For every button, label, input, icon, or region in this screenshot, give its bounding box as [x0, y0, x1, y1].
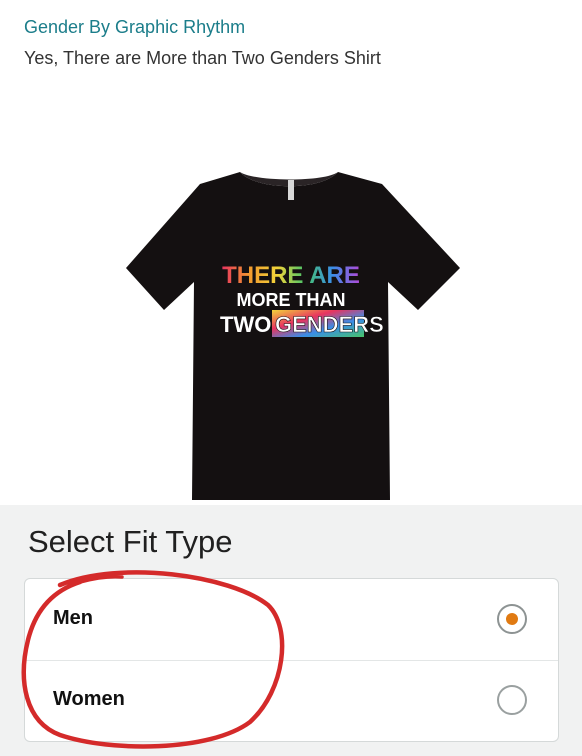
fit-type-options: Men Women — [24, 578, 559, 742]
print-line-1: THERE ARE — [222, 262, 360, 289]
fit-type-heading: Select Fit Type — [28, 524, 233, 559]
product-image[interactable]: THERE ARE MORE THAN TWO GENDERS — [120, 150, 470, 510]
brand-link[interactable]: Gender By Graphic Rhythm — [24, 17, 245, 38]
tshirt-tag — [288, 180, 294, 200]
radio-dot — [506, 613, 518, 625]
print-line-2: MORE THAN — [237, 290, 346, 310]
fit-option-label: Men — [53, 607, 93, 629]
product-header-area: Gender By Graphic Rhythm Yes, There are … — [0, 0, 582, 505]
print-line-3a: TWO — [220, 312, 271, 337]
fit-option-label: Women — [53, 688, 125, 710]
print-line-3b: GENDERS — [275, 312, 384, 337]
radio-selected-icon[interactable] — [497, 604, 527, 634]
fit-option-men[interactable]: Men — [25, 579, 558, 661]
product-title: Yes, There are More than Two Genders Shi… — [24, 48, 381, 68]
radio-unselected-icon[interactable] — [497, 685, 527, 715]
fit-option-women[interactable]: Women — [25, 660, 558, 741]
